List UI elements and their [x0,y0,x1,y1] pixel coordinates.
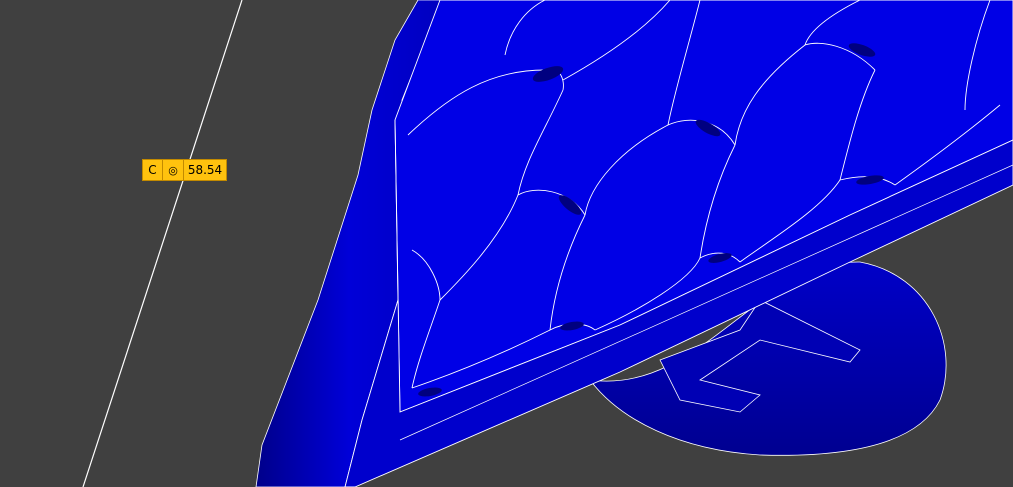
dimension-type-label: C [142,159,163,181]
concentricity-icon: ◎ [163,159,184,181]
axis-line [82,0,243,487]
dimension-value: 58.54 [184,159,227,181]
dimension-tag[interactable]: C ◎ 58.54 [142,159,227,181]
cad-3d-viewport[interactable]: C ◎ 58.54 [0,0,1013,487]
model-render[interactable] [0,0,1013,487]
